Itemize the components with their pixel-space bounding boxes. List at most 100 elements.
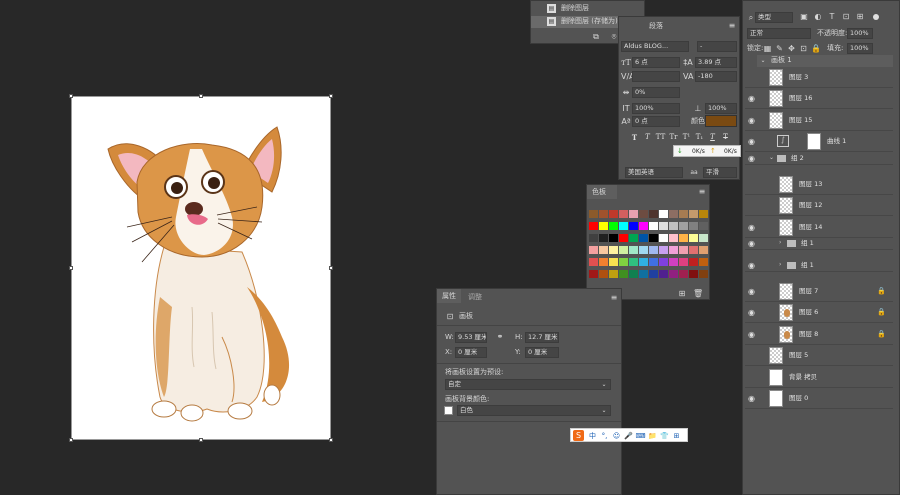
color-swatch[interactable] [629, 246, 638, 254]
color-swatch[interactable] [699, 246, 708, 254]
font-style-select[interactable]: - [697, 41, 737, 52]
color-swatch[interactable] [589, 258, 598, 266]
color-swatch[interactable] [629, 222, 638, 230]
color-swatch[interactable] [609, 246, 618, 254]
text-style-button[interactable]: T [629, 132, 640, 143]
chevron-right-icon[interactable]: › [779, 239, 781, 246]
chevron-right-icon[interactable]: › [779, 261, 781, 268]
color-swatch[interactable] [649, 246, 658, 254]
filter-type-icon[interactable]: T [827, 12, 837, 21]
background-color-select[interactable]: 白色 [457, 405, 611, 416]
color-swatch[interactable] [689, 246, 698, 254]
color-swatch[interactable] [699, 222, 708, 230]
text-style-button[interactable]: Tr [668, 132, 679, 143]
layer-thumbnail[interactable] [779, 325, 793, 343]
color-swatch[interactable] [639, 246, 648, 254]
font-size-input[interactable]: 6 点 [632, 57, 680, 68]
visibility-eye-icon[interactable]: ◉ [748, 137, 756, 146]
vertical-scale-input[interactable]: 100% [632, 103, 680, 114]
layer-thumbnail[interactable] [779, 176, 793, 193]
chevron-down-icon[interactable]: ⌄ [759, 56, 767, 65]
color-swatch[interactable] [589, 210, 598, 218]
layer-group-row[interactable]: ◉ › 组 1 [745, 238, 893, 251]
color-swatch[interactable] [679, 210, 688, 218]
layer-thumbnail[interactable] [769, 368, 783, 386]
layer-group-row[interactable]: ◉ ⌄ 组 2 [745, 153, 893, 165]
transform-handle[interactable] [69, 438, 73, 442]
preset-select[interactable]: 自定 [445, 379, 611, 390]
filter-adjust-icon[interactable]: ◐ [813, 12, 823, 21]
color-swatch[interactable] [599, 246, 608, 254]
layer-thumbnail[interactable] [779, 218, 793, 236]
color-swatch[interactable] [669, 210, 678, 218]
visibility-eye-icon[interactable]: ◉ [748, 330, 756, 339]
color-swatch[interactable] [619, 258, 628, 266]
layer-row[interactable]: 图层 3 [745, 67, 893, 88]
ime-tool-icon[interactable]: ⊞ [671, 430, 682, 442]
antialias-select[interactable]: 平滑 [703, 167, 737, 178]
color-swatch[interactable] [649, 210, 658, 218]
tab-properties[interactable]: 属性 [437, 289, 461, 303]
layer-row[interactable]: ◉ ∫ 曲线 1 [745, 131, 893, 153]
color-swatch[interactable] [629, 258, 638, 266]
layer-thumbnail[interactable] [769, 347, 783, 365]
tsume-input[interactable]: 0% [632, 87, 680, 98]
layer-row[interactable]: 背景 拷贝 [745, 367, 893, 388]
layer-thumbnail[interactable] [769, 111, 783, 129]
height-input[interactable]: 12.7 厘米 [525, 332, 559, 343]
layer-thumbnail[interactable] [779, 304, 793, 322]
text-style-button[interactable]: T₁ [694, 132, 705, 143]
new-swatch-icon[interactable]: ⊞ [677, 289, 687, 298]
layer-row[interactable]: 图层 12 [745, 195, 893, 217]
document-canvas[interactable] [71, 96, 331, 440]
layer-mask-thumbnail[interactable] [807, 133, 821, 151]
color-swatch[interactable] [659, 210, 668, 218]
lock-all-icon[interactable]: 🔒 [811, 44, 821, 53]
fill-input[interactable]: 100% [847, 43, 873, 54]
kerning-input[interactable] [632, 71, 680, 82]
color-swatch[interactable] [669, 234, 678, 242]
color-swatch[interactable] [629, 210, 638, 218]
text-style-button[interactable]: TT [655, 132, 666, 143]
layer-thumbnail[interactable] [779, 283, 793, 300]
color-swatch[interactable] [599, 222, 608, 230]
transform-handle[interactable] [69, 94, 73, 98]
history-item[interactable]: ▤ 删除图层 [531, 3, 644, 14]
layer-row[interactable]: ◉ 图层 16 [745, 88, 893, 110]
layer-thumbnail[interactable] [769, 90, 783, 108]
visibility-eye-icon[interactable]: ◉ [748, 94, 756, 103]
language-select[interactable]: 美国英语 [625, 167, 683, 178]
background-color-swatch[interactable] [444, 406, 453, 415]
color-swatch[interactable] [589, 246, 598, 254]
color-swatch[interactable] [609, 210, 618, 218]
color-swatch[interactable] [649, 258, 658, 266]
color-swatch[interactable] [589, 270, 598, 278]
sogou-logo-icon[interactable]: S [573, 430, 584, 441]
layer-row[interactable]: ◉ 图层 8 🔒 [745, 324, 893, 345]
color-swatch[interactable] [659, 234, 668, 242]
width-input[interactable]: 9.53 厘米 [455, 332, 487, 343]
layer-row[interactable]: ◉ 图层 14 [745, 217, 893, 238]
color-swatch[interactable] [639, 258, 648, 266]
color-swatch[interactable] [679, 234, 688, 242]
color-swatch[interactable] [689, 234, 698, 242]
y-input[interactable]: 0 厘米 [525, 347, 559, 358]
visibility-eye-icon[interactable]: ◉ [748, 287, 756, 296]
color-swatch[interactable] [699, 210, 708, 218]
lock-position-icon[interactable]: ✥ [787, 44, 796, 53]
color-swatch[interactable] [609, 258, 618, 266]
visibility-eye-icon[interactable]: ◉ [748, 154, 756, 163]
color-swatch[interactable] [609, 234, 618, 242]
swatches-tab[interactable]: 色板 [587, 185, 617, 199]
panel-menu-icon[interactable]: ≡ [727, 21, 737, 30]
color-swatch[interactable] [589, 234, 598, 242]
layer-row[interactable]: 图层 13 [745, 174, 893, 195]
ime-tool-icon[interactable]: 📁 [647, 430, 658, 442]
color-swatch[interactable] [639, 270, 648, 278]
ime-tool-icon[interactable]: °, [599, 430, 610, 442]
color-swatch[interactable] [689, 222, 698, 230]
layer-row[interactable]: ◉ 图层 6 🔒 [745, 302, 893, 324]
layer-row[interactable]: ◉ 图层 0 [745, 388, 893, 409]
ime-tool-icon[interactable]: 中 [587, 430, 598, 442]
color-swatch[interactable] [599, 270, 608, 278]
